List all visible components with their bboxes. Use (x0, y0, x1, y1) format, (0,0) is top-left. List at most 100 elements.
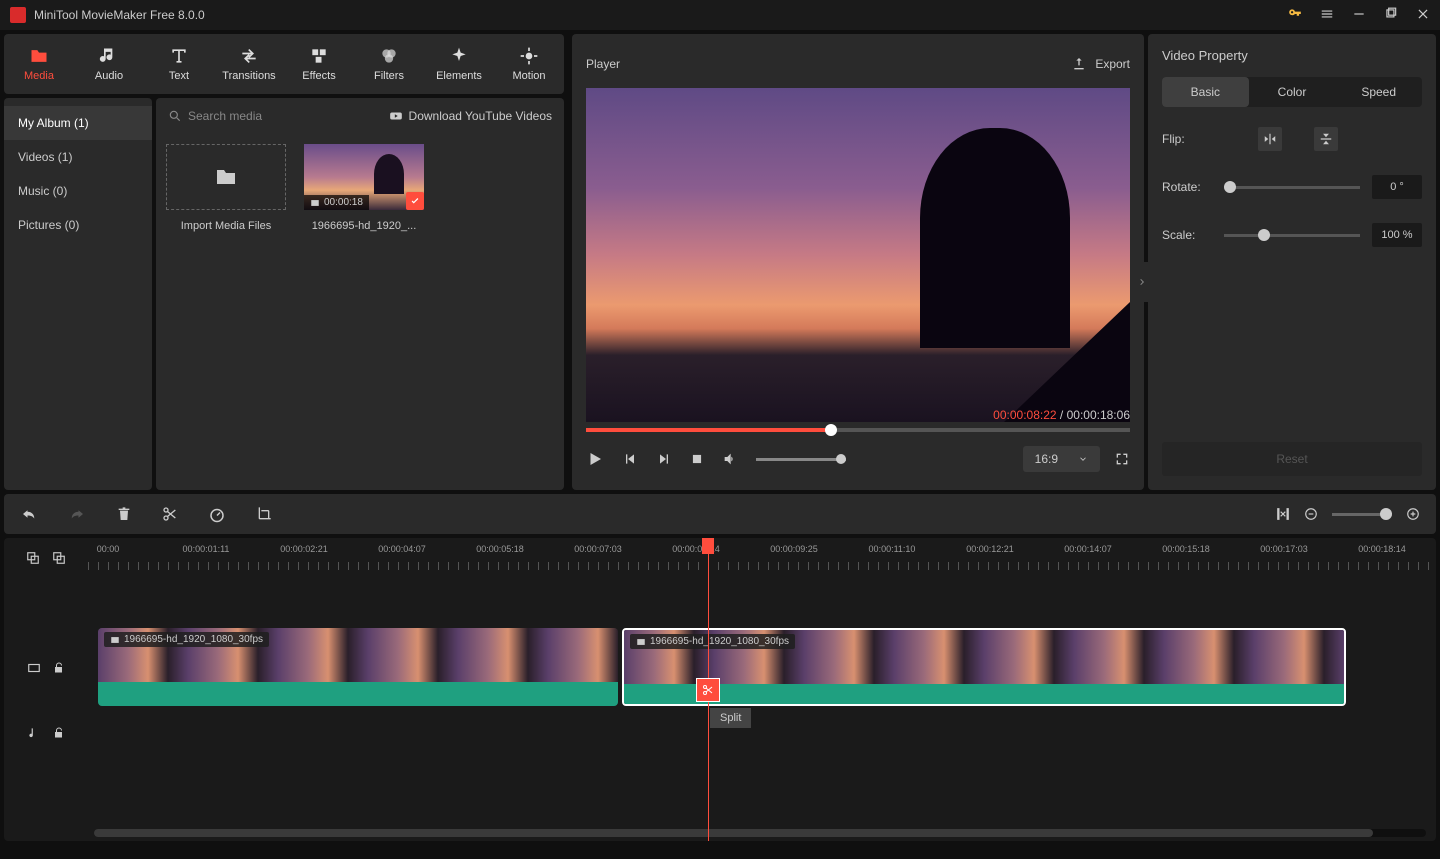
search-media[interactable]: Search media (168, 109, 262, 123)
playhead-split-button[interactable] (696, 678, 720, 702)
minimize-button[interactable] (1352, 7, 1366, 24)
collapse-property-button[interactable] (1136, 262, 1148, 302)
video-icon (636, 637, 646, 647)
folder-icon (29, 46, 49, 66)
playhead[interactable]: Split (708, 538, 709, 841)
lock-audio-track-button[interactable] (53, 726, 65, 740)
effects-icon (309, 46, 329, 66)
remove-track-button[interactable] (52, 551, 66, 565)
video-icon (310, 198, 320, 208)
media-panel: Search media Download YouTube Videos Imp… (156, 98, 564, 490)
zoom-in-button[interactable] (1406, 507, 1420, 521)
play-button[interactable] (586, 450, 604, 468)
crop-button[interactable] (256, 506, 272, 522)
album-music[interactable]: Music (0) (4, 174, 152, 208)
flip-vertical-button[interactable] (1314, 127, 1338, 151)
delete-button[interactable] (116, 506, 132, 522)
menu-icon[interactable] (1320, 7, 1334, 24)
tab-motion[interactable]: Motion (494, 34, 564, 94)
flip-label: Flip: (1162, 132, 1212, 146)
album-my-album[interactable]: My Album (1) (4, 106, 152, 140)
key-icon[interactable] (1288, 7, 1302, 24)
stop-button[interactable] (690, 452, 704, 466)
prop-tab-speed[interactable]: Speed (1335, 77, 1422, 107)
player-progress-bar[interactable] (586, 428, 1130, 432)
clip-duration-badge: 00:00:18 (304, 195, 369, 210)
tab-media[interactable]: Media (4, 34, 74, 94)
scale-slider[interactable] (1224, 234, 1360, 237)
tab-text[interactable]: Text (144, 34, 214, 94)
timeline-scrollbar[interactable] (94, 829, 1426, 837)
undo-button[interactable] (20, 505, 38, 523)
sparkle-icon (449, 46, 469, 66)
time-display: 00:00:08:22 / 00:00:18:06 (586, 408, 1130, 422)
rotate-slider[interactable] (1224, 186, 1360, 189)
video-track[interactable]: 1966695-hd_1920_1080_30fps 1966695-hd_19… (88, 628, 1436, 708)
maximize-button[interactable] (1384, 7, 1398, 24)
property-panel: Video Property Basic Color Speed Flip: R… (1148, 34, 1436, 490)
timeline: 00:0000:00:01:1100:00:02:2100:00:04:0700… (4, 538, 1436, 841)
audio-track[interactable] (88, 708, 1436, 758)
ruler-tick: 00:00 (97, 544, 120, 554)
player-title: Player (586, 57, 620, 71)
fullscreen-button[interactable] (1114, 451, 1130, 467)
transitions-icon (239, 46, 259, 66)
close-button[interactable] (1416, 7, 1430, 24)
album-videos[interactable]: Videos (1) (4, 140, 152, 174)
ruler-tick: 00:00:05:18 (476, 544, 524, 554)
tab-elements[interactable]: Elements (424, 34, 494, 94)
player-preview[interactable] (586, 88, 1130, 422)
clip-name-label: 1966695-hd_1920_... (304, 220, 424, 232)
ruler-tick: 00:00:12:21 (966, 544, 1014, 554)
album-sidebar: My Album (1) Videos (1) Music (0) Pictur… (4, 98, 152, 490)
tab-effects[interactable]: Effects (284, 34, 354, 94)
volume-button[interactable] (722, 451, 738, 467)
tab-transitions[interactable]: Transitions (214, 34, 284, 94)
import-media-button[interactable] (166, 144, 286, 210)
split-button[interactable] (162, 506, 178, 522)
ruler-tick: 00:00:09:25 (770, 544, 818, 554)
media-clip-tile[interactable]: 00:00:18 1966695-hd_1920_... (304, 144, 424, 232)
rotate-value[interactable]: 0 ° (1372, 175, 1422, 199)
export-button[interactable]: Export (1071, 56, 1130, 72)
flip-v-icon (1319, 132, 1333, 146)
prop-tab-basic[interactable]: Basic (1162, 77, 1249, 107)
timeline-clip-2[interactable]: 1966695-hd_1920_1080_30fps (622, 628, 1346, 706)
add-track-button[interactable] (26, 551, 40, 565)
tab-filters[interactable]: Filters (354, 34, 424, 94)
fit-timeline-button[interactable] (1276, 507, 1290, 521)
redo-button[interactable] (68, 505, 86, 523)
ruler-tick: 00:00:14:07 (1064, 544, 1112, 554)
prop-tab-color[interactable]: Color (1249, 77, 1336, 107)
ruler-tick: 00:00:07:03 (574, 544, 622, 554)
titlebar: MiniTool MovieMaker Free 8.0.0 (0, 0, 1440, 30)
timeline-ruler[interactable]: 00:0000:00:01:1100:00:02:2100:00:04:0700… (88, 538, 1436, 578)
zoom-out-button[interactable] (1304, 507, 1318, 521)
tab-audio[interactable]: Audio (74, 34, 144, 94)
motion-icon (519, 46, 539, 66)
export-icon (1071, 56, 1087, 72)
lock-track-button[interactable] (53, 661, 65, 675)
ruler-tick: 00:00:11:10 (869, 544, 916, 554)
zoom-slider[interactable] (1332, 513, 1392, 516)
reset-button[interactable]: Reset (1162, 442, 1422, 476)
scale-label: Scale: (1162, 228, 1212, 242)
aspect-ratio-select[interactable]: 16:9 (1023, 446, 1100, 472)
audio-track-icon (27, 726, 41, 740)
ruler-tick: 00:00:01:11 (183, 544, 230, 554)
album-pictures[interactable]: Pictures (0) (4, 208, 152, 242)
app-logo (10, 7, 26, 23)
volume-slider[interactable] (756, 458, 846, 461)
player-panel: Player Export 00:00:08:22 / 00:00:18:06 (572, 34, 1144, 490)
download-youtube-link[interactable]: Download YouTube Videos (389, 109, 552, 123)
ruler-tick: 00:00:15:18 (1162, 544, 1210, 554)
scale-value[interactable]: 100 % (1372, 223, 1422, 247)
search-icon (168, 109, 182, 123)
prev-frame-button[interactable] (622, 451, 638, 467)
flip-horizontal-button[interactable] (1258, 127, 1282, 151)
speed-button[interactable] (208, 505, 226, 523)
next-frame-button[interactable] (656, 451, 672, 467)
text-icon (169, 46, 189, 66)
timeline-clip-1[interactable]: 1966695-hd_1920_1080_30fps (98, 628, 618, 706)
music-note-icon (99, 46, 119, 66)
